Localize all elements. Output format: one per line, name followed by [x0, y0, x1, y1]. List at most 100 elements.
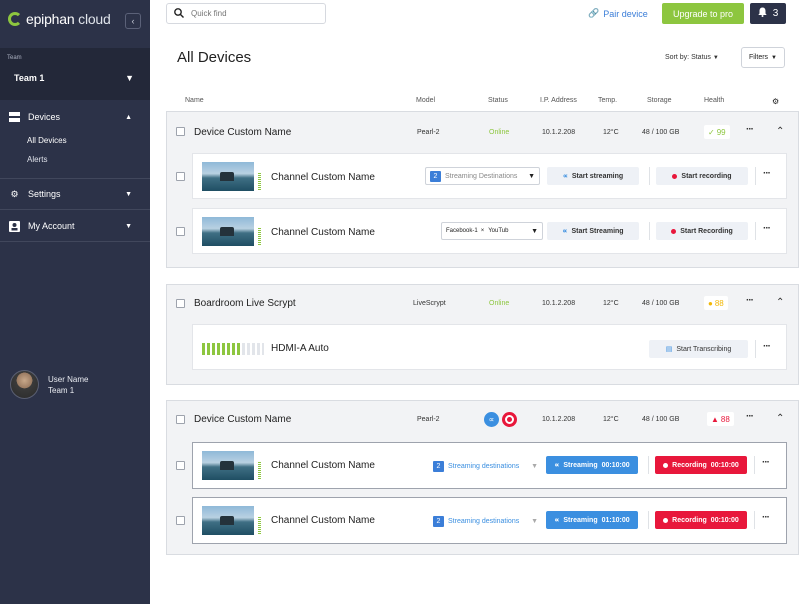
channel-name[interactable]: Channel Custom Name [271, 172, 375, 183]
sidebar: epiphan cloud ‹ Team Team 1 ▼ Devices ▲ … [0, 0, 150, 604]
start-recording-button[interactable]: Start recording [656, 167, 748, 185]
recording-button[interactable]: Recording 00:10:00 [655, 456, 747, 474]
caret-down-icon: ▼ [531, 227, 538, 235]
destination-tag[interactable]: YouTub [488, 228, 508, 234]
user-profile[interactable]: User Name Team 1 [10, 370, 88, 399]
collapse-chevron-icon[interactable]: ⌃ [776, 413, 784, 424]
nav-settings[interactable]: ⚙ Settings ▼ [0, 180, 150, 208]
more-options-icon[interactable]: ··· [762, 457, 770, 468]
column-header-temp[interactable]: Temp. [598, 97, 617, 104]
start-streaming-button[interactable]: ∝ Start streaming [547, 167, 639, 185]
channel-name[interactable]: Channel Custom Name [271, 460, 375, 471]
device-name[interactable]: Device Custom Name [194, 127, 291, 138]
device-row[interactable]: Boardroom Live Scrypt LiveScrypt Online … [167, 285, 798, 321]
nav-devices[interactable]: Devices ▲ [0, 103, 150, 131]
column-header-name[interactable]: Name [185, 97, 204, 104]
column-header-status[interactable]: Status [488, 97, 508, 104]
divider [754, 456, 755, 474]
audio-level-meter [258, 228, 261, 246]
column-header-model[interactable]: Model [416, 97, 435, 104]
device-row[interactable]: Device Custom Name Pearl-2 ∝ 10.1.2.208 … [167, 401, 798, 437]
start-transcribing-button[interactable]: ▤ Start Transcribing [649, 340, 748, 358]
pair-device-link[interactable]: 🔗 Pair device [588, 8, 648, 19]
channel-row[interactable]: Channel Custom Name 2 Streaming destinat… [176, 497, 787, 544]
device-checkbox[interactable] [176, 299, 185, 308]
nav-my-account[interactable]: My Account ▼ [0, 212, 150, 240]
channel-name[interactable]: Channel Custom Name [271, 227, 375, 238]
device-name[interactable]: Boardroom Live Scrypt [194, 298, 296, 309]
devices-icon [9, 112, 20, 123]
collapse-sidebar-button[interactable]: ‹ [125, 13, 141, 29]
streaming-button[interactable]: ∝ Streaming 00:10:00 [546, 456, 638, 474]
filters-button[interactable]: Filters ▼ [741, 47, 785, 68]
channel-thumbnail [202, 162, 254, 191]
more-options-icon[interactable]: ··· [746, 124, 754, 135]
more-options-icon[interactable]: ··· [746, 295, 754, 306]
more-options-icon[interactable]: ··· [763, 223, 771, 234]
streaming-destinations-select[interactable]: 2 Streaming destinations ▼ [429, 457, 542, 475]
start-streaming-button[interactable]: ∝ Start Streaming [547, 222, 639, 240]
team-select[interactable]: Team 1 ▼ [6, 68, 142, 88]
channel-row[interactable]: HDMI-A Auto ▤ Start Transcribing ··· [192, 324, 787, 370]
caret-down-icon: ▼ [125, 73, 134, 83]
destination-tag[interactable]: Facebook-1 × [446, 228, 484, 234]
app-logo[interactable]: epiphan cloud [8, 11, 111, 27]
divider [754, 511, 755, 529]
column-header-ip[interactable]: I.P. Address [540, 97, 577, 104]
more-options-icon[interactable]: ··· [762, 512, 770, 523]
close-icon[interactable]: × [481, 228, 485, 234]
channel-row[interactable]: Channel Custom Name 2 Streaming Destinat… [176, 153, 787, 199]
notifications-button[interactable]: 3 [750, 3, 786, 24]
caret-up-icon: ▲ [125, 113, 132, 121]
channel-checkbox[interactable] [176, 227, 185, 236]
channel-name[interactable]: HDMI-A Auto [271, 343, 329, 354]
device-name[interactable]: Device Custom Name [194, 414, 291, 425]
nav-alerts[interactable]: Alerts [27, 155, 47, 164]
sort-select[interactable]: Sort by: Status ▼ [665, 54, 719, 61]
channel-checkbox[interactable] [176, 516, 185, 525]
search-input[interactable] [191, 9, 311, 18]
streaming-destinations-select[interactable]: Facebook-1 × YouTub ▼ [441, 222, 543, 240]
channel-row[interactable]: Channel Custom Name 2 Streaming destinat… [176, 442, 787, 489]
recording-button[interactable]: Recording 00:10:00 [655, 511, 747, 529]
channel-checkbox[interactable] [176, 461, 185, 470]
collapse-chevron-icon[interactable]: ⌃ [776, 126, 784, 137]
more-options-icon[interactable]: ··· [746, 411, 754, 422]
health-value: 88 [714, 298, 724, 308]
brand-name: epiphan [26, 11, 75, 27]
search-box[interactable] [166, 3, 326, 24]
start-recording-button[interactable]: Start Recording [656, 222, 748, 240]
streaming-destinations-select[interactable]: 2 Streaming destinations ▼ [429, 512, 542, 530]
streaming-button[interactable]: ∝ Streaming 01:10:00 [546, 511, 638, 529]
channel-name[interactable]: Channel Custom Name [271, 515, 375, 526]
device-row[interactable]: Device Custom Name Pearl-2 Online 10.1.2… [167, 114, 798, 150]
bell-icon [758, 7, 767, 20]
team-select-value: Team 1 [14, 73, 45, 83]
divider [649, 222, 650, 240]
channel-row[interactable]: Channel Custom Name Facebook-1 × YouTub ▼… [176, 208, 787, 254]
health-value: 88 [720, 414, 730, 424]
device-ip: 10.1.2.208 [542, 300, 576, 307]
streaming-destinations-select[interactable]: 2 Streaming Destinations ▼ [425, 167, 540, 185]
sort-label: Sort by: Status [665, 54, 711, 61]
recording-timer: 00:10:00 [710, 516, 739, 524]
start-streaming-label: Start streaming [571, 172, 624, 180]
nav-all-devices[interactable]: All Devices [27, 136, 67, 145]
collapse-chevron-icon[interactable]: ⌃ [776, 297, 784, 308]
avatar [10, 370, 39, 399]
more-options-icon[interactable]: ··· [763, 341, 771, 352]
more-options-icon[interactable]: ··· [763, 168, 771, 179]
channel-checkbox[interactable] [176, 172, 185, 181]
warning-circle-icon: ● [708, 298, 713, 308]
device-ip: 10.1.2.208 [542, 129, 576, 136]
record-icon [663, 462, 669, 468]
upgrade-button[interactable]: Upgrade to pro [662, 3, 744, 24]
column-header-health[interactable]: Health [704, 97, 724, 104]
device-checkbox[interactable] [176, 415, 185, 424]
column-header-storage[interactable]: Storage [647, 97, 672, 104]
destination-count-badge: 2 [433, 515, 444, 527]
start-recording-label: Start recording [681, 172, 732, 180]
device-checkbox[interactable] [176, 127, 185, 136]
column-settings-icon[interactable]: ⚙ [772, 97, 779, 106]
record-icon [671, 228, 677, 234]
